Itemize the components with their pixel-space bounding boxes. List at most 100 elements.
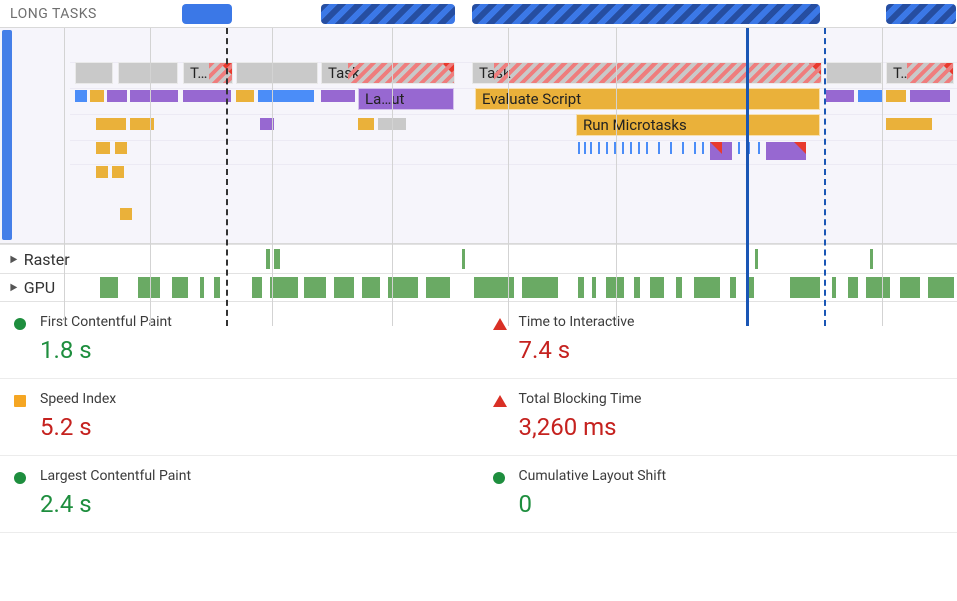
task-bar[interactable]: Task [321, 62, 455, 84]
gpu-bar[interactable] [100, 277, 118, 298]
gpu-bar[interactable] [578, 277, 584, 298]
gpu-track[interactable] [100, 277, 957, 298]
raster-bar[interactable] [870, 249, 873, 269]
flame-bar[interactable] [886, 90, 906, 102]
task-bar[interactable] [826, 62, 882, 84]
expand-icon[interactable]: ▶ [10, 254, 17, 265]
gpu-bar[interactable] [848, 277, 858, 298]
metric-total-blocking-time[interactable]: Total Blocking Time 3,260 ms [479, 379, 957, 456]
metric-value: 3,260 ms [519, 413, 948, 441]
raster-track[interactable] [100, 249, 957, 269]
raster-bar[interactable] [266, 249, 270, 269]
gpu-bar[interactable] [748, 277, 754, 298]
flame-bar[interactable] [378, 118, 406, 130]
task-bar[interactable] [236, 62, 318, 84]
gpu-bar[interactable] [426, 277, 450, 298]
long-tasks-track[interactable] [0, 0, 957, 27]
metric-label: First Contentful Paint [40, 314, 469, 330]
flame-bar[interactable] [112, 166, 124, 178]
warning-triangle-icon [809, 63, 821, 75]
task-bar[interactable]: T… [886, 62, 954, 84]
flame-bar[interactable] [130, 118, 154, 130]
flame-bar[interactable] [115, 142, 127, 154]
task-bar[interactable] [75, 62, 113, 84]
metric-cumulative-layout-shift[interactable]: Cumulative Layout Shift 0 [479, 456, 957, 533]
long-task-block[interactable] [886, 4, 956, 24]
gpu-bar[interactable] [866, 277, 890, 298]
flame-bar[interactable] [96, 118, 126, 130]
task-label: Task [479, 64, 511, 82]
metric-time-to-interactive[interactable]: Time to Interactive 7.4 s [479, 302, 957, 379]
flame-bar[interactable] [75, 90, 87, 102]
flame-bar[interactable] [358, 118, 374, 130]
task-bar[interactable] [118, 62, 178, 84]
flame-bar[interactable] [321, 90, 355, 102]
flame-bar-layout[interactable]: La…ut [358, 88, 454, 110]
status-average-icon [14, 395, 26, 407]
long-task-block[interactable] [182, 4, 232, 24]
flame-bar[interactable] [90, 90, 104, 102]
long-task-block[interactable] [321, 4, 455, 24]
flame-bar[interactable] [236, 90, 254, 102]
gpu-bar[interactable] [592, 277, 596, 298]
flame-bar[interactable] [826, 90, 854, 102]
flame-bar[interactable] [886, 118, 932, 130]
gpu-bar[interactable] [214, 277, 220, 298]
flame-bar[interactable] [260, 118, 274, 130]
metric-value: 5.2 s [40, 413, 469, 441]
gpu-bar[interactable] [900, 277, 920, 298]
flame-bar[interactable] [96, 166, 108, 178]
flame-detail-region[interactable] [578, 142, 818, 190]
expand-icon[interactable]: ▶ [10, 282, 17, 293]
gpu-bar[interactable] [730, 277, 736, 298]
metric-largest-contentful-paint[interactable]: Largest Contentful Paint 2.4 s [0, 456, 479, 533]
metric-first-contentful-paint[interactable]: First Contentful Paint 1.8 s [0, 302, 479, 379]
gpu-bar[interactable] [694, 277, 720, 298]
gpu-bar[interactable] [172, 277, 188, 298]
gpu-bar[interactable] [832, 277, 836, 298]
gpu-bar[interactable] [928, 277, 954, 298]
metric-value: 7.4 s [519, 336, 948, 364]
flame-bar[interactable] [96, 142, 110, 154]
gpu-bar[interactable] [790, 277, 820, 298]
gpu-bar[interactable] [388, 277, 418, 298]
gpu-bar[interactable] [200, 277, 204, 298]
flame-chart[interactable]: T… Task Task T… La…ut Evaluate Script Ru… [0, 28, 957, 244]
gpu-bar[interactable] [270, 277, 298, 298]
flame-bar[interactable] [107, 90, 127, 102]
flame-bar[interactable] [910, 90, 950, 102]
raster-track-row[interactable]: ▶ Raster [0, 244, 957, 274]
long-task-block[interactable] [472, 4, 820, 24]
warning-triangle-icon [794, 142, 806, 154]
metric-speed-index[interactable]: Speed Index 5.2 s [0, 379, 479, 456]
task-label: T… [893, 64, 910, 82]
flame-bar[interactable] [858, 90, 882, 102]
gpu-bar[interactable] [650, 277, 664, 298]
gpu-bar[interactable] [304, 277, 326, 298]
task-bar[interactable]: Task [472, 62, 822, 84]
flame-bar[interactable] [120, 208, 132, 220]
metrics-grid: First Contentful Paint 1.8 s Time to Int… [0, 302, 957, 533]
gpu-bar[interactable] [606, 277, 624, 298]
metric-label: Total Blocking Time [519, 391, 948, 407]
raster-bar[interactable] [755, 249, 758, 269]
gpu-bar[interactable] [522, 277, 558, 298]
gpu-bar[interactable] [474, 277, 514, 298]
gpu-bar[interactable] [252, 277, 262, 298]
warning-triangle-icon [941, 63, 953, 75]
gpu-bar[interactable] [676, 277, 682, 298]
flame-bar[interactable] [183, 90, 231, 102]
flame-bar[interactable] [130, 90, 178, 102]
gpu-bar[interactable] [138, 277, 160, 298]
gpu-bar[interactable] [634, 277, 640, 298]
task-bar[interactable]: T… [183, 62, 233, 84]
flame-bar-evaluate-script[interactable]: Evaluate Script [475, 88, 820, 110]
metric-value: 2.4 s [40, 490, 469, 518]
gpu-bar[interactable] [334, 277, 354, 298]
gpu-bar[interactable] [362, 277, 380, 298]
flame-bar-run-microtasks[interactable]: Run Microtasks [576, 114, 820, 136]
flame-bar[interactable] [258, 90, 314, 102]
gpu-track-row[interactable]: ▶ GPU [0, 274, 957, 302]
raster-bar[interactable] [462, 249, 465, 269]
raster-bar[interactable] [274, 249, 280, 269]
